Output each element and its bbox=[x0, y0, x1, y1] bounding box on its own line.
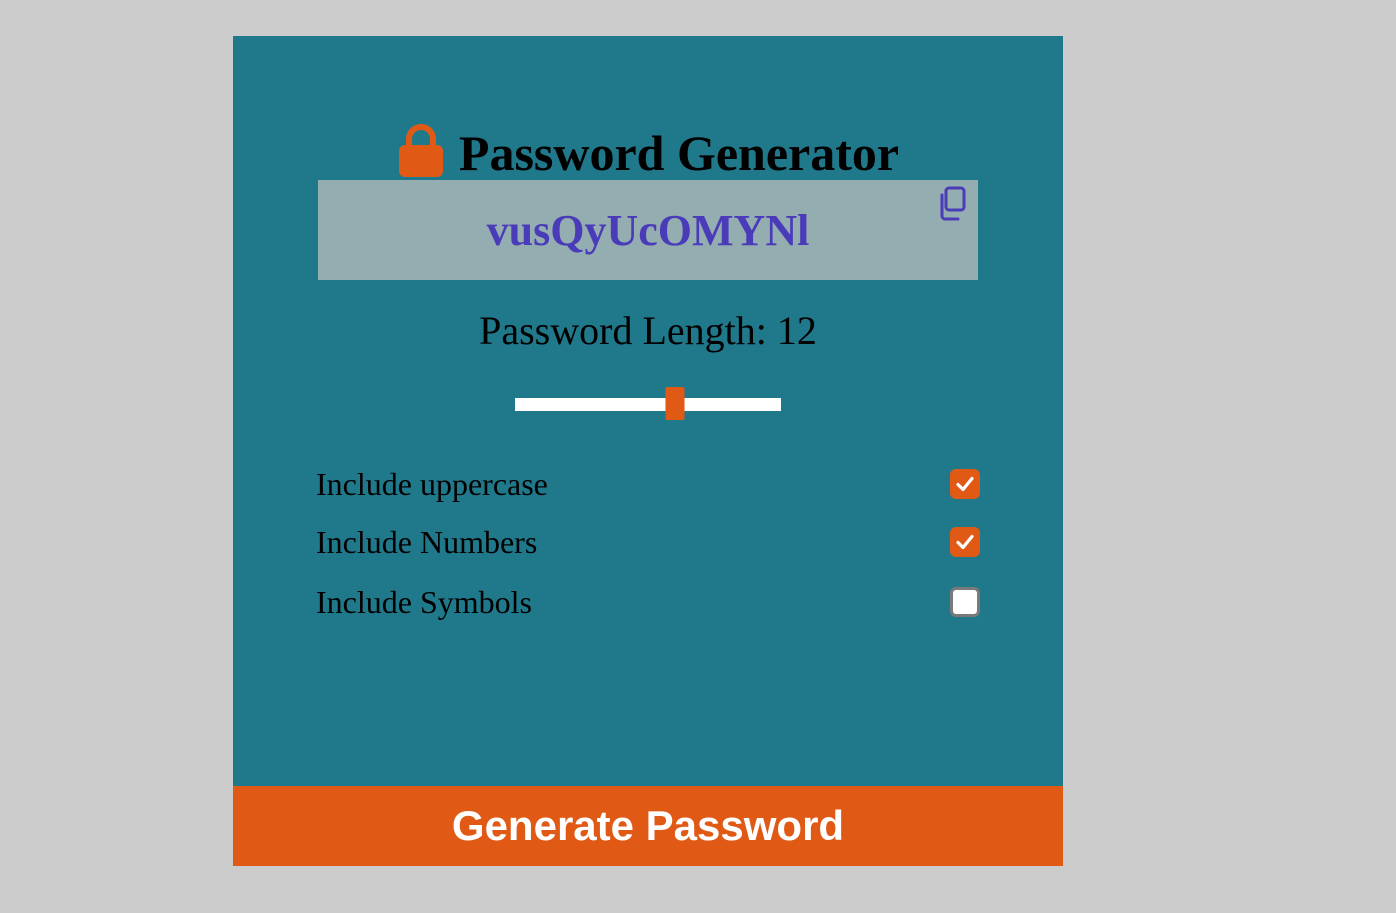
option-uppercase: Include uppercase bbox=[316, 464, 980, 504]
option-label-symbols: Include Symbols bbox=[316, 583, 532, 620]
numbers-checkbox[interactable] bbox=[950, 527, 980, 557]
page-title: Password Generator bbox=[458, 125, 900, 181]
lock-icon bbox=[398, 124, 443, 177]
password-generator-card: Password Generator vusQyUcOMYNl Password… bbox=[233, 36, 1063, 866]
length-slider[interactable] bbox=[515, 387, 781, 420]
option-label-numbers: Include Numbers bbox=[316, 523, 538, 560]
option-label-uppercase: Include uppercase bbox=[316, 465, 548, 502]
checkmark-icon bbox=[956, 534, 974, 550]
checkmark-icon bbox=[956, 476, 974, 492]
option-numbers: Include Numbers bbox=[316, 522, 980, 562]
copy-icon[interactable] bbox=[936, 186, 968, 222]
option-symbols: Include Symbols bbox=[316, 582, 980, 622]
password-output: vusQyUcOMYNl bbox=[486, 205, 810, 255]
slider-thumb[interactable] bbox=[665, 387, 685, 420]
password-display: vusQyUcOMYNl bbox=[318, 180, 978, 280]
header: Password Generator bbox=[233, 118, 1063, 188]
password-length-label: Password Length: 12 bbox=[479, 308, 817, 353]
generate-password-button[interactable]: Generate Password bbox=[233, 786, 1063, 866]
uppercase-checkbox[interactable] bbox=[950, 469, 980, 499]
symbols-checkbox[interactable] bbox=[950, 587, 980, 617]
